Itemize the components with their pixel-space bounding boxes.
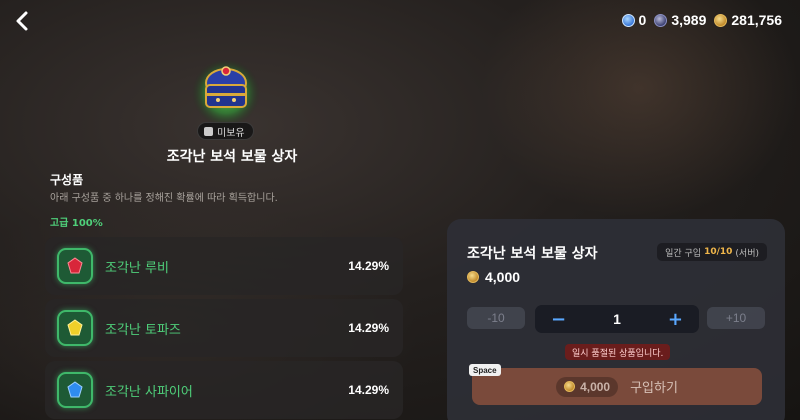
purchase-limit-badge: 일간 구입 10/10 (서버) — [657, 243, 767, 261]
reward-name: 조각난 토파즈 — [105, 322, 181, 338]
back-button[interactable] — [10, 8, 36, 34]
currency-blue-gem: 0 — [621, 12, 647, 28]
purchase-title: 조각난 보석 보물 상자 — [467, 246, 598, 262]
currency-gold: 281,756 — [714, 12, 782, 28]
chevron-left-icon — [16, 11, 28, 31]
currency-value: 3,989 — [671, 12, 707, 28]
sapphire-icon — [57, 372, 93, 408]
limit-value: 10/10 — [704, 247, 733, 257]
buy-label: 구입하기 — [630, 381, 678, 396]
currency-value: 0 — [638, 12, 647, 28]
buy-button[interactable]: 4,000 구입하기 — [472, 368, 762, 405]
lock-icon — [204, 126, 213, 136]
topaz-icon — [57, 310, 93, 346]
decrement-button[interactable]: − — [551, 309, 566, 330]
ruby-icon — [57, 248, 93, 284]
gem-icon — [67, 257, 83, 274]
ownership-tag: 미보유 — [197, 122, 254, 140]
reward-name: 조각난 루비 — [105, 260, 169, 276]
reward-percent: 14.29% — [348, 259, 389, 273]
increment-button[interactable]: + — [668, 309, 683, 330]
buy-price: 4,000 — [556, 376, 619, 397]
unit-price-value: 4,000 — [485, 269, 521, 285]
blue-gem-icon — [621, 13, 635, 27]
gem-icon — [67, 381, 83, 398]
quantity-value: 1 — [613, 311, 621, 327]
soldout-message: 일시 품절된 상품입니다. — [565, 344, 671, 360]
ownership-label: 미보유 — [217, 127, 245, 139]
reward-percent: 14.29% — [348, 383, 389, 397]
contents-heading: 구성품 — [50, 173, 84, 187]
currency-bar: 0 3,989 281,756 — [621, 12, 782, 28]
treasure-box-icon — [192, 59, 260, 127]
currency-value: 281,756 — [731, 12, 782, 28]
dark-gem-icon — [654, 13, 668, 27]
grade-label: 고급 100% — [50, 218, 103, 229]
item-title: 조각난 보석 보물 상자 — [166, 149, 298, 165]
reward-row-ruby[interactable]: 조각난 루비 14.29% — [45, 237, 403, 295]
currency-dark-gem: 3,989 — [654, 12, 706, 28]
background-glow — [480, 0, 800, 220]
reward-percent: 14.29% — [348, 321, 389, 335]
contents-description: 아래 구성품 중 하나를 정해진 확률에 따라 획득합니다. — [50, 193, 278, 204]
buy-price-value: 4,000 — [580, 379, 611, 394]
reward-name: 조각난 사파이어 — [105, 384, 193, 400]
gold-coin-icon — [467, 271, 479, 283]
plus-ten-button[interactable]: +10 — [707, 307, 765, 329]
minus-ten-button[interactable]: -10 — [467, 307, 525, 329]
gem-icon — [67, 319, 83, 336]
limit-prefix: 일간 구입 — [665, 248, 702, 259]
quantity-stepper: − 1 + — [535, 305, 699, 333]
limit-suffix: (서버) — [735, 248, 759, 259]
gold-coin-icon — [564, 381, 576, 392]
shortcut-key-badge: Space — [469, 364, 501, 376]
unit-price: 4,000 — [467, 269, 520, 285]
reward-row-sapphire[interactable]: 조각난 사파이어 14.29% — [45, 361, 403, 419]
gold-coin-icon — [714, 13, 728, 27]
reward-row-topaz[interactable]: 조각난 토파즈 14.29% — [45, 299, 403, 357]
